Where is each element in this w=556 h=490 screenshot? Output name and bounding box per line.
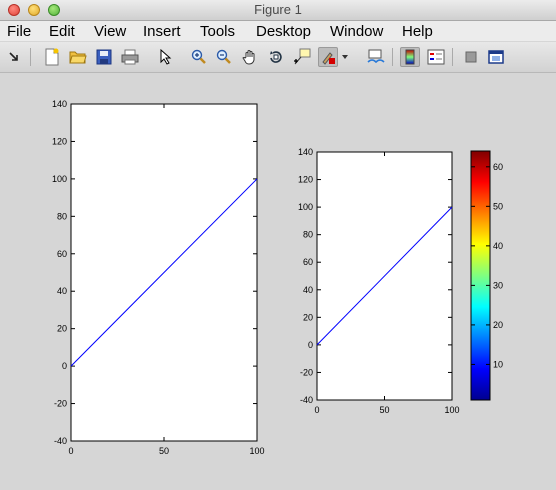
rotate-3d-icon[interactable] — [266, 47, 286, 67]
x-tick-label: 100 — [444, 405, 459, 415]
x-tick-label: 0 — [68, 446, 73, 456]
x-tick-label: 50 — [159, 446, 169, 456]
data-cursor-icon[interactable] — [292, 47, 312, 67]
zoom-out-icon[interactable] — [214, 47, 234, 67]
y-tick-label: 140 — [298, 147, 313, 157]
pan-icon[interactable] — [240, 47, 260, 67]
open-file-icon[interactable] — [68, 47, 88, 67]
print-icon[interactable] — [120, 47, 140, 67]
y-tick-label: -20 — [54, 399, 67, 409]
menu-desktop[interactable]: Desktop — [256, 23, 311, 40]
show-plot-tools-icon[interactable] — [486, 47, 506, 67]
y-tick-label: 120 — [298, 175, 313, 185]
save-icon[interactable] — [94, 47, 114, 67]
y-tick-label: 80 — [57, 211, 67, 221]
title-bar: Figure 1 — [0, 0, 556, 21]
colorbar-tick-label: 30 — [493, 280, 503, 290]
new-figure-icon[interactable] — [42, 47, 62, 67]
axes-1: 0 50 100 -40 -20 0 20 40 60 80 100 120 140 — [52, 99, 265, 456]
insert-colorbar-icon[interactable] — [400, 47, 420, 67]
pointer-icon[interactable] — [156, 47, 176, 67]
toolbar-separator — [392, 48, 393, 66]
menu-edit[interactable]: Edit — [49, 23, 75, 40]
y-tick-label: 60 — [57, 249, 67, 259]
y-tick-label: 100 — [298, 202, 313, 212]
insert-legend-icon[interactable] — [426, 47, 446, 67]
colorbar-tick-label: 20 — [493, 320, 503, 330]
y-tick-label: 120 — [52, 136, 67, 146]
x-tick-label: 100 — [249, 446, 264, 456]
brush-dropdown-icon[interactable] — [340, 47, 350, 67]
colorbar-tick-label: 50 — [493, 201, 503, 211]
menu-file[interactable]: File — [7, 23, 31, 40]
y-tick-label: 20 — [57, 324, 67, 334]
y-tick-label: 0 — [62, 361, 67, 371]
y-tick-label: 0 — [308, 340, 313, 350]
figure-plot-svg: 0 50 100-40-200204060801001201400 50 100-40-… — [52, 99, 503, 456]
menu-help[interactable]: Help — [402, 23, 433, 40]
y-tick-label: -40 — [54, 436, 67, 446]
colorbar: 10 20 30 40 50 60 — [470, 150, 503, 401]
figure-toolbar — [0, 42, 556, 73]
y-tick-label: -20 — [300, 367, 313, 377]
y-tick-label: 80 — [303, 230, 313, 240]
colorbar-gradient — [470, 150, 491, 401]
colorbar-tick-label: 60 — [493, 162, 503, 172]
colorbar-tick-label: 40 — [493, 241, 503, 251]
axes-2: 0 50 100 -40 -20 0 20 40 60 80 100 120 140 — [298, 147, 460, 415]
y-tick-label: 40 — [57, 286, 67, 296]
hide-plot-tools-icon[interactable] — [461, 47, 481, 67]
brush-icon[interactable] — [318, 47, 338, 67]
toolbar-separator — [30, 48, 31, 66]
y-tick-label: 20 — [303, 312, 313, 322]
arrow-dock-icon[interactable] — [4, 47, 24, 67]
colorbar-tick-label: 10 — [493, 359, 503, 369]
x-tick-label: 50 — [379, 405, 389, 415]
y-tick-label: 60 — [303, 257, 313, 267]
zoom-in-icon[interactable] — [189, 47, 209, 67]
menu-window[interactable]: Window — [330, 23, 383, 40]
y-tick-label: 100 — [52, 174, 67, 184]
link-plot-icon[interactable] — [366, 47, 386, 67]
menu-tools[interactable]: Tools — [200, 23, 235, 40]
figure-canvas: 0 50 100 -40 -20 0 20 40 60 80 100 120 140 0 50 100 -40-… — [0, 73, 556, 490]
toolbar-separator — [452, 48, 453, 66]
menu-insert[interactable]: Insert — [143, 23, 181, 40]
window-title: Figure 1 — [254, 2, 302, 17]
menu-view[interactable]: View — [94, 23, 126, 40]
y-tick-label: -40 — [300, 395, 313, 405]
x-tick-label: 0 — [314, 405, 319, 415]
y-tick-label: 40 — [303, 285, 313, 295]
menu-bar: File Edit View Insert Tools Desktop Wind… — [0, 21, 556, 41]
y-tick-label: 140 — [52, 99, 67, 109]
